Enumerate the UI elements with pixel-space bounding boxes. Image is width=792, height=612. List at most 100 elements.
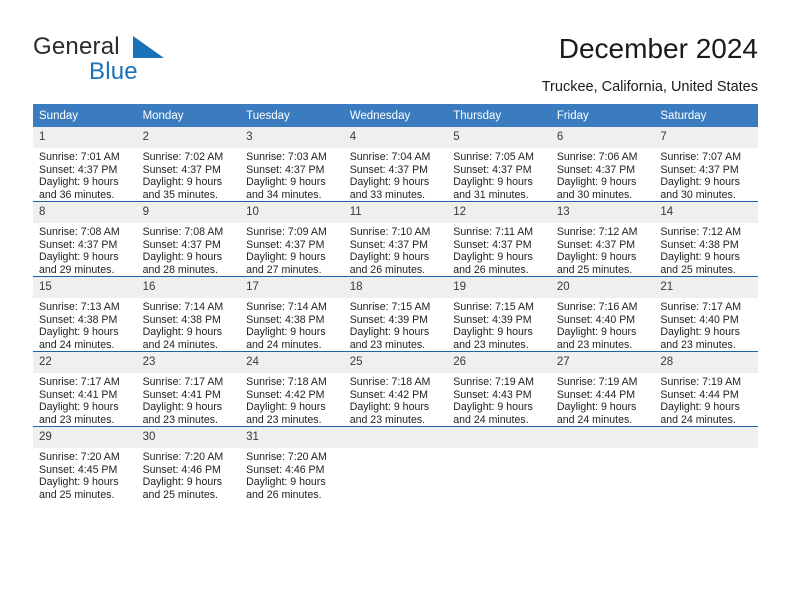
day-details: Sunrise: 7:20 AM Sunset: 4:45 PM Dayligh… xyxy=(39,451,120,501)
day-number: 23 xyxy=(136,352,241,373)
day-cell[interactable]: 29 Sunrise: 7:20 AM Sunset: 4:45 PM Dayli… xyxy=(33,426,137,501)
day-cell[interactable]: 21 Sunrise: 7:17 AM Sunset: 4:40 PM Dayli… xyxy=(654,276,758,352)
day-details: Sunrise: 7:04 AM Sunset: 4:37 PM Dayligh… xyxy=(349,151,431,201)
day-cell[interactable]: 30 Sunrise: 7:20 AM Sunset: 4:46 PM Dayli… xyxy=(136,426,241,501)
day-cell-empty xyxy=(343,426,448,501)
day-details: Sunrise: 7:17 AM Sunset: 4:41 PM Dayligh… xyxy=(142,376,224,426)
day-cell[interactable]: 11 Sunrise: 7:10 AM Sunset: 4:37 PM Dayli… xyxy=(343,201,448,277)
day-cell[interactable]: 8 Sunrise: 7:08 AM Sunset: 4:37 PM Daylig… xyxy=(33,201,137,277)
day-number: 9 xyxy=(136,202,241,223)
day-number: 30 xyxy=(136,427,241,448)
day-details: Sunrise: 7:01 AM Sunset: 4:37 PM Dayligh… xyxy=(39,151,120,201)
weekday-header-sunday: Sunday xyxy=(33,104,137,127)
day-cell[interactable]: 23 Sunrise: 7:17 AM Sunset: 4:41 PM Dayli… xyxy=(136,351,241,427)
day-details: Sunrise: 7:18 AM Sunset: 4:42 PM Dayligh… xyxy=(349,376,431,426)
day-number: 7 xyxy=(654,127,758,148)
day-cell-empty xyxy=(550,426,655,501)
day-cell[interactable]: 25 Sunrise: 7:18 AM Sunset: 4:42 PM Dayli… xyxy=(343,351,448,427)
day-cell[interactable]: 12 Sunrise: 7:11 AM Sunset: 4:37 PM Dayli… xyxy=(447,201,551,277)
day-cell[interactable]: 24 Sunrise: 7:18 AM Sunset: 4:42 PM Dayli… xyxy=(240,351,344,427)
day-number: 22 xyxy=(33,352,137,373)
day-cell[interactable]: 28 Sunrise: 7:19 AM Sunset: 4:44 PM Dayli… xyxy=(654,351,758,427)
day-number xyxy=(550,427,655,448)
day-cell[interactable]: 9 Sunrise: 7:08 AM Sunset: 4:37 PM Daylig… xyxy=(136,201,241,277)
day-number: 3 xyxy=(240,127,344,148)
week-row: 8 Sunrise: 7:08 AM Sunset: 4:37 PM Daylig… xyxy=(33,201,758,277)
week-row: 29 Sunrise: 7:20 AM Sunset: 4:45 PM Dayli… xyxy=(33,426,758,501)
day-cell[interactable]: 17 Sunrise: 7:14 AM Sunset: 4:38 PM Dayli… xyxy=(240,276,344,352)
weekday-header-monday: Monday xyxy=(136,104,241,127)
day-details: Sunrise: 7:20 AM Sunset: 4:46 PM Dayligh… xyxy=(246,451,327,501)
day-details: Sunrise: 7:18 AM Sunset: 4:42 PM Dayligh… xyxy=(246,376,327,426)
day-cell[interactable]: 7 Sunrise: 7:07 AM Sunset: 4:37 PM Daylig… xyxy=(654,127,758,202)
brand-logo[interactable]: General Blue xyxy=(33,33,213,85)
day-number: 28 xyxy=(654,352,758,373)
day-cell[interactable]: 5 Sunrise: 7:05 AM Sunset: 4:37 PM Daylig… xyxy=(447,127,551,202)
day-details: Sunrise: 7:03 AM Sunset: 4:37 PM Dayligh… xyxy=(246,151,327,201)
day-cell[interactable]: 18 Sunrise: 7:15 AM Sunset: 4:39 PM Dayli… xyxy=(343,276,448,352)
day-cell[interactable]: 10 Sunrise: 7:09 AM Sunset: 4:37 PM Dayli… xyxy=(240,201,344,277)
day-details xyxy=(654,448,758,451)
week-row: 1 Sunrise: 7:01 AM Sunset: 4:37 PM Daylig… xyxy=(33,127,758,202)
day-cell[interactable]: 20 Sunrise: 7:16 AM Sunset: 4:40 PM Dayli… xyxy=(550,276,655,352)
day-number: 16 xyxy=(136,277,241,298)
calendar-page: General Blue December 2024 Truckee, Cali… xyxy=(0,0,792,612)
day-cell[interactable]: 15 Sunrise: 7:13 AM Sunset: 4:38 PM Dayli… xyxy=(33,276,137,352)
day-details xyxy=(447,448,551,451)
day-details: Sunrise: 7:07 AM Sunset: 4:37 PM Dayligh… xyxy=(660,151,742,201)
day-number: 1 xyxy=(33,127,137,148)
day-details xyxy=(551,448,655,451)
day-details: Sunrise: 7:19 AM Sunset: 4:44 PM Dayligh… xyxy=(660,376,742,426)
day-cell[interactable]: 4 Sunrise: 7:04 AM Sunset: 4:37 PM Daylig… xyxy=(343,127,448,202)
day-details: Sunrise: 7:13 AM Sunset: 4:38 PM Dayligh… xyxy=(39,301,120,351)
day-number: 15 xyxy=(33,277,137,298)
day-details: Sunrise: 7:02 AM Sunset: 4:37 PM Dayligh… xyxy=(142,151,224,201)
day-number xyxy=(343,427,448,448)
day-number: 17 xyxy=(240,277,344,298)
day-number: 4 xyxy=(343,127,448,148)
day-details: Sunrise: 7:16 AM Sunset: 4:40 PM Dayligh… xyxy=(556,301,638,351)
day-cell-empty xyxy=(447,426,551,501)
day-number: 11 xyxy=(343,202,448,223)
day-number xyxy=(447,427,551,448)
day-number: 19 xyxy=(447,277,551,298)
weekday-header-tuesday: Tuesday xyxy=(240,104,344,127)
day-details: Sunrise: 7:06 AM Sunset: 4:37 PM Dayligh… xyxy=(556,151,638,201)
day-number: 10 xyxy=(240,202,344,223)
day-cell[interactable]: 22 Sunrise: 7:17 AM Sunset: 4:41 PM Dayli… xyxy=(33,351,137,427)
day-details: Sunrise: 7:15 AM Sunset: 4:39 PM Dayligh… xyxy=(349,301,431,351)
day-details: Sunrise: 7:17 AM Sunset: 4:41 PM Dayligh… xyxy=(39,376,120,426)
sunrise-sunset-calendar: Sunday Monday Tuesday Wednesday Thursday… xyxy=(33,104,758,501)
day-cell[interactable]: 16 Sunrise: 7:14 AM Sunset: 4:38 PM Dayli… xyxy=(136,276,241,352)
day-details: Sunrise: 7:11 AM Sunset: 4:37 PM Dayligh… xyxy=(453,226,534,276)
day-details: Sunrise: 7:05 AM Sunset: 4:37 PM Dayligh… xyxy=(453,151,534,201)
day-cell[interactable]: 14 Sunrise: 7:12 AM Sunset: 4:38 PM Dayli… xyxy=(654,201,758,277)
day-number: 5 xyxy=(447,127,551,148)
day-details: Sunrise: 7:15 AM Sunset: 4:39 PM Dayligh… xyxy=(453,301,534,351)
day-details: Sunrise: 7:14 AM Sunset: 4:38 PM Dayligh… xyxy=(142,301,224,351)
page-title: December 2024 xyxy=(558,33,758,64)
day-details: Sunrise: 7:08 AM Sunset: 4:37 PM Dayligh… xyxy=(39,226,120,276)
day-number: 31 xyxy=(240,427,344,448)
day-cell[interactable]: 27 Sunrise: 7:19 AM Sunset: 4:44 PM Dayli… xyxy=(550,351,655,427)
day-cell[interactable]: 1 Sunrise: 7:01 AM Sunset: 4:37 PM Daylig… xyxy=(33,127,137,202)
day-cell[interactable]: 31 Sunrise: 7:20 AM Sunset: 4:46 PM Dayli… xyxy=(240,426,344,501)
day-number: 21 xyxy=(654,277,758,298)
day-cell[interactable]: 26 Sunrise: 7:19 AM Sunset: 4:43 PM Dayli… xyxy=(447,351,551,427)
day-details: Sunrise: 7:12 AM Sunset: 4:38 PM Dayligh… xyxy=(660,226,742,276)
blue-triangle-icon xyxy=(133,36,164,58)
day-number: 6 xyxy=(550,127,655,148)
day-cell[interactable]: 3 Sunrise: 7:03 AM Sunset: 4:37 PM Daylig… xyxy=(240,127,344,202)
day-number: 2 xyxy=(136,127,241,148)
day-cell[interactable]: 19 Sunrise: 7:15 AM Sunset: 4:39 PM Dayli… xyxy=(447,276,551,352)
page-header: General Blue December 2024 Truckee, Cali… xyxy=(0,0,792,96)
day-cell[interactable]: 13 Sunrise: 7:12 AM Sunset: 4:37 PM Dayli… xyxy=(550,201,655,277)
day-cell[interactable]: 2 Sunrise: 7:02 AM Sunset: 4:37 PM Daylig… xyxy=(136,127,241,202)
weekday-header-row: Sunday Monday Tuesday Wednesday Thursday… xyxy=(33,104,758,127)
day-details: Sunrise: 7:08 AM Sunset: 4:37 PM Dayligh… xyxy=(142,226,224,276)
day-cell[interactable]: 6 Sunrise: 7:06 AM Sunset: 4:37 PM Daylig… xyxy=(550,127,655,202)
day-details xyxy=(344,448,448,451)
day-number: 27 xyxy=(550,352,655,373)
day-number: 18 xyxy=(343,277,448,298)
day-details: Sunrise: 7:19 AM Sunset: 4:43 PM Dayligh… xyxy=(453,376,534,426)
